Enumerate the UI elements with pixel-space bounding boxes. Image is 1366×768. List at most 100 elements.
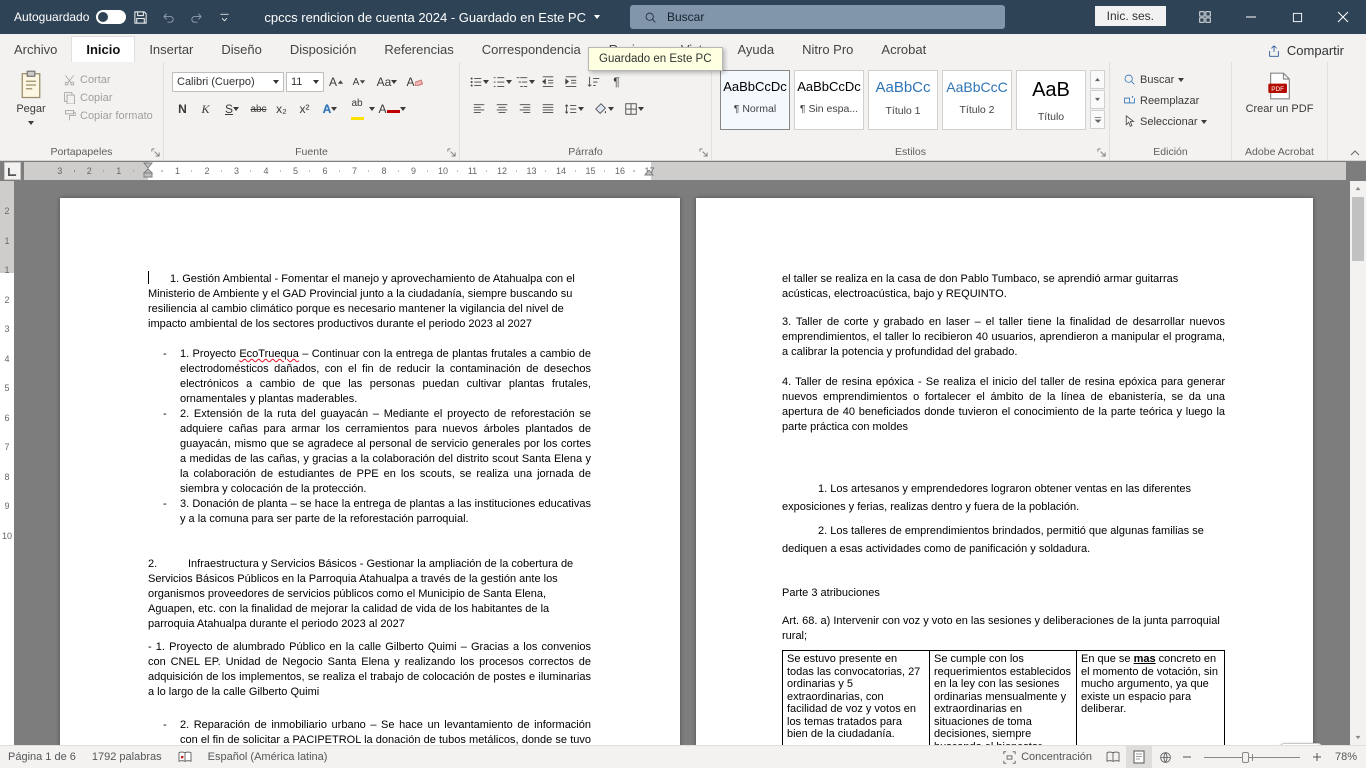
clear-formatting-button[interactable]: A (404, 72, 425, 92)
page-indicator[interactable]: Página 1 de 6 (0, 746, 84, 768)
strikethrough-button[interactable]: abc (248, 99, 269, 119)
tab-diseno[interactable]: Diseño (207, 37, 275, 62)
sort-button[interactable] (583, 72, 604, 92)
font-family-combo[interactable]: Calibri (Cuerpo) (172, 72, 284, 92)
borders-button[interactable] (620, 99, 648, 119)
minimize-button[interactable] (1228, 0, 1274, 34)
tab-stop-selector[interactable] (4, 162, 21, 180)
customize-quick-access-button[interactable] (210, 3, 238, 31)
read-mode-button[interactable] (1100, 746, 1126, 768)
grow-font-button[interactable]: A (326, 72, 347, 92)
underline-button[interactable]: S (218, 99, 246, 119)
style-titulo[interactable]: AaB Título (1016, 70, 1086, 130)
portapapeles-dialog-launcher[interactable] (151, 148, 160, 157)
estilos-dialog-launcher[interactable] (1097, 148, 1106, 157)
style-preview: AaBbCc (869, 79, 937, 96)
print-layout-button[interactable] (1126, 746, 1152, 768)
tab-insertar[interactable]: Insertar (135, 37, 207, 62)
parrafo-dialog-launcher[interactable] (699, 148, 708, 157)
highlight-color-button[interactable]: ab (345, 99, 375, 119)
find-button[interactable]: Buscar (1120, 72, 1187, 87)
styles-scroll-up-button[interactable] (1090, 70, 1105, 89)
align-left-button[interactable] (468, 99, 489, 119)
format-painter-button[interactable]: Copiar formato (60, 108, 163, 123)
autosave-control[interactable]: Autoguardado (14, 10, 126, 24)
document-title[interactable]: cpccs rendicion de cuenta 2024 - Guardad… (264, 10, 600, 25)
align-center-button[interactable] (491, 99, 512, 119)
proofing-status[interactable] (170, 746, 200, 768)
right-indent-marker[interactable] (644, 170, 654, 178)
tab-referencias[interactable]: Referencias (370, 37, 467, 62)
create-pdf-button[interactable]: PDF Crear un PDF (1245, 72, 1315, 115)
close-button[interactable] (1320, 0, 1366, 34)
autosave-toggle[interactable] (96, 10, 126, 24)
chevron-down-icon (400, 107, 406, 111)
redo-button[interactable] (182, 3, 210, 31)
scroll-down-button[interactable] (1350, 730, 1366, 745)
style-sin-espaciado[interactable]: AaBbCcDc ¶ Sin espa... (794, 70, 864, 130)
zoom-out-button[interactable] (1178, 752, 1196, 762)
maximize-button[interactable] (1274, 0, 1320, 34)
select-button[interactable]: Seleccionar (1120, 114, 1210, 129)
font-size-combo[interactable]: 11 (286, 72, 324, 92)
styles-scroll-down-button[interactable] (1090, 90, 1105, 109)
paste-button[interactable]: Pegar (8, 70, 54, 129)
bold-button[interactable]: N (172, 99, 193, 119)
subscript-button[interactable]: x₂ (271, 99, 292, 119)
superscript-button[interactable]: x² (294, 99, 315, 119)
justify-button[interactable] (537, 99, 558, 119)
tab-nitro-pro[interactable]: Nitro Pro (788, 37, 867, 62)
scroll-up-button[interactable] (1350, 181, 1366, 196)
shrink-font-button[interactable]: A (349, 72, 370, 92)
style-titulo-1[interactable]: AaBbCc Título 1 (868, 70, 938, 130)
bullet-list-button[interactable] (468, 72, 489, 92)
shading-button[interactable] (590, 99, 618, 119)
replace-label: Reemplazar (1140, 95, 1199, 107)
zoom-slider[interactable] (1204, 757, 1300, 758)
language-indicator[interactable]: Español (América latina) (200, 746, 336, 768)
numbered-list-button[interactable] (491, 72, 512, 92)
tab-acrobat[interactable]: Acrobat (867, 37, 940, 62)
style-normal[interactable]: AaBbCcDc ¶ Normal (720, 70, 790, 130)
tab-disposicion[interactable]: Disposición (276, 37, 370, 62)
styles-gallery-more-button[interactable] (1090, 110, 1105, 129)
show-paragraph-marks-button[interactable]: ¶ (606, 72, 627, 92)
save-button[interactable] (126, 3, 154, 31)
increase-indent-button[interactable] (560, 72, 581, 92)
web-layout-button[interactable] (1152, 746, 1178, 768)
zoom-in-button[interactable] (1308, 752, 1326, 762)
italic-button[interactable]: K (195, 99, 216, 119)
indent-markers[interactable] (143, 162, 153, 179)
zoom-slider-thumb[interactable] (1242, 752, 1249, 763)
search-box[interactable]: Buscar (630, 5, 1005, 29)
fuente-dialog-launcher[interactable] (447, 148, 456, 157)
tab-ayuda[interactable]: Ayuda (723, 37, 788, 62)
tab-inicio[interactable]: Inicio (71, 36, 135, 62)
share-button[interactable]: Compartir (1259, 39, 1352, 62)
page-2[interactable]: el taller se realiza en la casa de don P… (696, 198, 1313, 745)
tab-archivo[interactable]: Archivo (0, 37, 71, 62)
vertical-scrollbar[interactable] (1350, 181, 1366, 745)
change-case-button[interactable]: Aa (372, 72, 402, 92)
line-spacing-button[interactable] (560, 99, 588, 119)
align-right-button[interactable] (514, 99, 535, 119)
text-effects-button[interactable]: A (317, 99, 343, 119)
zoom-level[interactable]: 78% (1326, 751, 1366, 763)
cut-button[interactable]: Cortar (60, 72, 163, 87)
scrollbar-thumb[interactable] (1352, 197, 1364, 261)
copy-button[interactable]: Copiar (60, 90, 163, 105)
page-1[interactable]: 1. Gestión Ambiental - Fomentar el manej… (60, 198, 680, 745)
replace-button[interactable]: Reemplazar (1120, 93, 1202, 108)
font-color-button[interactable]: A (377, 99, 407, 119)
word-count[interactable]: 1792 palabras (84, 746, 170, 768)
ribbon-display-options-button[interactable] (1182, 0, 1228, 34)
tab-correspondencia[interactable]: Correspondencia (468, 37, 595, 62)
sign-in-button[interactable]: Inic. ses. (1095, 6, 1166, 26)
collapse-ribbon-button[interactable] (1350, 149, 1360, 156)
undo-button[interactable] (154, 3, 182, 31)
resume-reading-bookmark[interactable] (1280, 743, 1322, 745)
multilevel-list-button[interactable] (514, 72, 535, 92)
style-titulo-2[interactable]: AaBbCcC Título 2 (942, 70, 1012, 130)
decrease-indent-button[interactable] (537, 72, 558, 92)
focus-mode-button[interactable]: Concentración (995, 746, 1100, 768)
